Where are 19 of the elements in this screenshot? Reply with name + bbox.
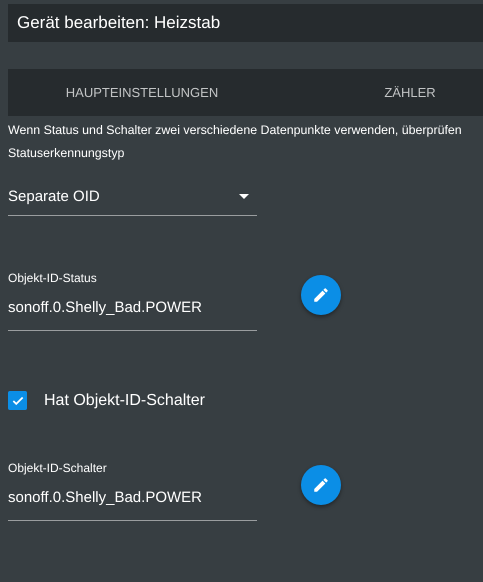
object-id-field[interactable]: Objekt-ID-Status sonoff.0.Shelly_Bad.POWER xyxy=(8,269,257,331)
description-text: Wenn Status und Schalter zwei verschiedene Datenpunkte verwenden, überprüfen xyxy=(8,123,463,137)
select-label: Statuserkennungstyp xyxy=(8,146,126,160)
window-title: Gerät bearbeiten: Heizstab xyxy=(8,4,483,42)
checkbox[interactable] xyxy=(8,391,27,410)
edit-button[interactable] xyxy=(301,465,341,505)
field-label: Objekt-ID-Status xyxy=(8,270,98,285)
field-value: sonoff.0.Shelly_Bad.POWER xyxy=(8,298,203,318)
tab[interactable]: ZÄHLER xyxy=(276,69,483,116)
field-label: Objekt-ID-Schalter xyxy=(8,460,108,475)
status-type-select[interactable]: Separate OID xyxy=(8,178,257,216)
caret-icon xyxy=(239,194,249,199)
tab[interactable]: HAUPTEINSTELLUNGEN xyxy=(8,69,276,116)
pencil-icon xyxy=(312,476,330,494)
field-value: sonoff.0.Shelly_Bad.POWER xyxy=(8,488,203,508)
edit-button[interactable] xyxy=(301,275,341,315)
checkbox-label: Hat Objekt-ID-Schalter xyxy=(44,392,205,410)
object-id-field[interactable]: Objekt-ID-Schalter sonoff.0.Shelly_Bad.POWER xyxy=(8,459,257,521)
pencil-icon xyxy=(312,286,330,304)
